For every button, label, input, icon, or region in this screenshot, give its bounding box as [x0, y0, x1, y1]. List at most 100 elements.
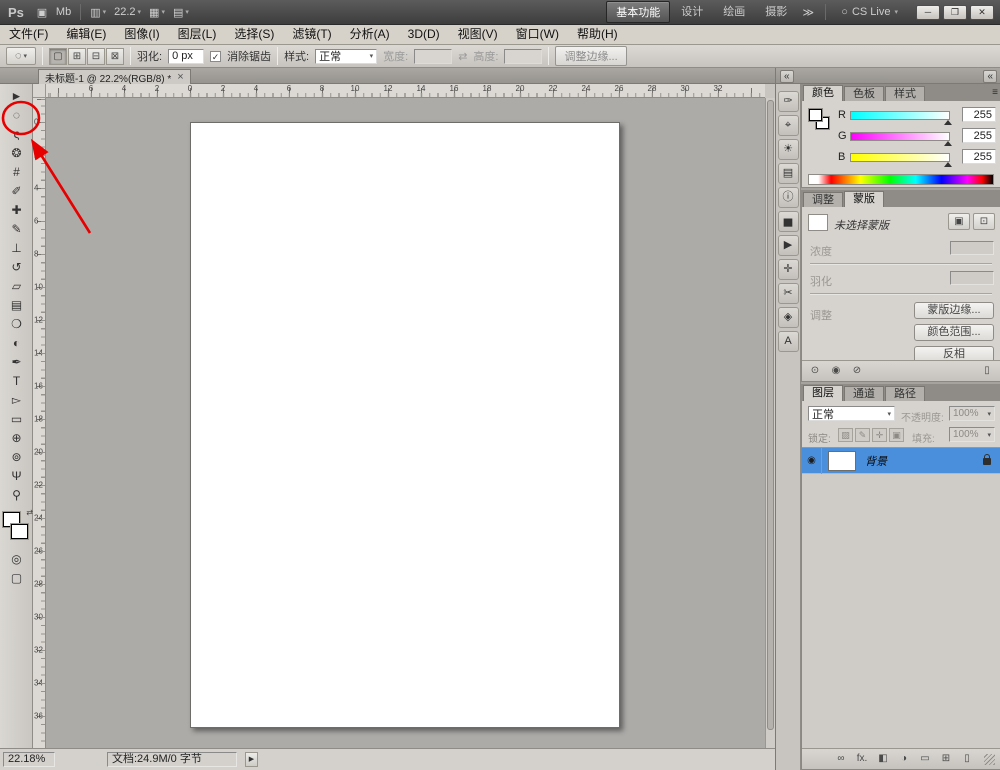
layers-tab-通道[interactable]: 通道: [844, 386, 884, 401]
resize-grip-icon[interactable]: [984, 753, 995, 765]
dodge-tool[interactable]: ◐: [0, 334, 33, 353]
layer-thumbnail[interactable]: [828, 450, 856, 471]
menu-item-7[interactable]: 分析(A): [341, 25, 399, 44]
zoom-tool[interactable]: ⚲: [0, 486, 33, 505]
color-tab-颜色[interactable]: 颜色: [803, 85, 843, 101]
workspace-button-绘画[interactable]: 绘画: [714, 1, 754, 23]
clone-stamp-tool[interactable]: ⊥: [0, 239, 33, 258]
brush-presets-icon[interactable]: ✑: [777, 91, 799, 112]
feather-input[interactable]: 0 px: [168, 48, 205, 64]
document-tab[interactable]: 未标题-1 @ 22.2%(RGB/8) * ×: [38, 69, 191, 85]
arrange-documents-icon[interactable]: ▦ ▾: [145, 3, 169, 21]
scrollbar-thumb[interactable]: [767, 100, 774, 730]
tool-presets-icon[interactable]: ✛: [777, 259, 799, 280]
quick-mask-button[interactable]: ◎: [0, 550, 33, 569]
blue-value-field[interactable]: 255: [962, 149, 996, 164]
eraser-tool[interactable]: ▱: [0, 277, 33, 296]
path-selection-tool[interactable]: ▻: [0, 391, 33, 410]
vertical-ruler[interactable]: 0 2 4 6 8 10 12 14 16 18 20 22 24 26 28 30 32 34 36: [33, 98, 46, 748]
green-value-field[interactable]: 255: [962, 128, 996, 143]
healing-brush-tool[interactable]: ✚: [0, 201, 33, 220]
marquee-tool[interactable]: ◌: [0, 106, 33, 125]
actions-icon[interactable]: ▶: [777, 235, 799, 256]
color-tab-样式[interactable]: 样式: [885, 86, 925, 101]
ruler-origin-corner[interactable]: [33, 84, 46, 98]
swap-colors-icon[interactable]: ⇄: [26, 508, 33, 517]
status-zoom-field[interactable]: 22.18%: [3, 752, 55, 767]
more-workspaces-button[interactable]: ≫: [798, 3, 818, 21]
height-input[interactable]: [504, 48, 543, 64]
menu-item-8[interactable]: 3D(D): [399, 25, 449, 44]
blue-slider[interactable]: [850, 153, 952, 167]
adjustment-layer-icon[interactable]: ◑: [896, 752, 912, 766]
menu-item-5[interactable]: 选择(S): [225, 25, 283, 44]
hand-tool[interactable]: Ψ: [0, 467, 33, 486]
green-slider[interactable]: [850, 132, 952, 146]
add-mask-icon[interactable]: ◧: [875, 752, 891, 766]
menu-item-1[interactable]: 文件(F): [0, 25, 57, 44]
pen-tool[interactable]: ✒: [0, 353, 33, 372]
layer-row-背景[interactable]: ◉ 背景: [802, 447, 1000, 474]
quick-selection-tool[interactable]: ❂: [0, 144, 33, 163]
foreground-color-swatch[interactable]: [809, 109, 822, 121]
lock-position-icon[interactable]: ✛: [872, 428, 887, 442]
slider-handle-icon[interactable]: [944, 141, 952, 146]
close-button[interactable]: ✕: [970, 4, 994, 20]
load-selection-icon[interactable]: ⊙: [807, 364, 823, 378]
apply-mask-icon[interactable]: ◉: [828, 364, 844, 378]
new-group-icon[interactable]: ▭: [917, 752, 933, 766]
crop-tool[interactable]: #: [0, 163, 33, 182]
style-dropdown[interactable]: 正常 ▾: [315, 48, 378, 64]
new-layer-icon[interactable]: ⊞: [938, 752, 954, 766]
fill-field[interactable]: 100% ▾: [949, 427, 995, 442]
link-layers-icon[interactable]: ∞: [833, 752, 849, 766]
histogram-icon[interactable]: ▅: [777, 211, 799, 232]
menu-item-6[interactable]: 滤镜(T): [283, 25, 340, 44]
lock-paint-icon[interactable]: ✎: [855, 428, 870, 442]
opacity-field[interactable]: 100% ▾: [949, 406, 995, 421]
zoom-level-dropdown[interactable]: 22.2 ▾: [110, 3, 145, 21]
density-field[interactable]: [950, 241, 994, 255]
screen-mode-button[interactable]: ▢: [0, 569, 33, 588]
blend-mode-dropdown[interactable]: 正常 ▾: [808, 406, 895, 421]
density-slider[interactable]: [810, 263, 992, 265]
menu-item-10[interactable]: 窗口(W): [507, 25, 568, 44]
lock-all-icon[interactable]: ▣: [889, 428, 904, 442]
view-extras-icon[interactable]: ▥ ▾: [86, 3, 110, 21]
type-tool[interactable]: T: [0, 372, 33, 391]
menu-item-9[interactable]: 视图(V): [449, 25, 507, 44]
lock-transparency-icon[interactable]: ▨: [838, 428, 853, 442]
feather-field[interactable]: [950, 271, 994, 285]
color-tab-色板[interactable]: 色板: [844, 86, 884, 101]
tool-preset-picker[interactable]: ◌ ▾: [6, 47, 36, 65]
shape-tool[interactable]: ▭: [0, 410, 33, 429]
intersect-selection-icon[interactable]: ⊠: [106, 47, 124, 65]
info-icon[interactable]: ⓘ: [777, 187, 799, 208]
move-tool[interactable]: ►: [0, 87, 33, 106]
history-brush-tool[interactable]: ↺: [0, 258, 33, 277]
clone-source-icon[interactable]: ⌖: [777, 115, 799, 136]
lasso-tool[interactable]: ς: [0, 125, 33, 144]
slider-handle-icon[interactable]: [944, 162, 952, 167]
disable-mask-icon[interactable]: ⊘: [849, 364, 865, 378]
brush-tool[interactable]: ✎: [0, 220, 33, 239]
layers-tab-图层[interactable]: 图层: [803, 385, 843, 401]
cs-live-button[interactable]: ○ CS Live ▾: [833, 4, 906, 20]
add-pixel-mask-icon[interactable]: ▣: [948, 213, 970, 230]
add-vector-mask-icon[interactable]: ⊡: [973, 213, 995, 230]
workspace-button-设计[interactable]: 设计: [672, 1, 712, 23]
document-canvas[interactable]: [190, 122, 620, 728]
delete-mask-icon[interactable]: ▯: [979, 364, 995, 378]
workspace-button-基本功能[interactable]: 基本功能: [606, 1, 671, 23]
3d-orbit-tool[interactable]: ⊚: [0, 448, 33, 467]
collapse-strip-icon[interactable]: «: [780, 70, 794, 83]
menu-item-11[interactable]: 帮助(H): [568, 25, 627, 44]
vertical-scrollbar[interactable]: [765, 98, 775, 748]
red-value-field[interactable]: 255: [962, 107, 996, 122]
layer-effects-icon[interactable]: fx.: [854, 752, 870, 766]
antialias-checkbox[interactable]: ✓: [210, 50, 222, 62]
masks-button-1[interactable]: 蒙版边缘...: [914, 302, 994, 319]
3d-rotate-tool[interactable]: ⊕: [0, 429, 33, 448]
close-tab-icon[interactable]: ×: [177, 71, 183, 83]
menu-item-4[interactable]: 图层(L): [169, 25, 226, 44]
